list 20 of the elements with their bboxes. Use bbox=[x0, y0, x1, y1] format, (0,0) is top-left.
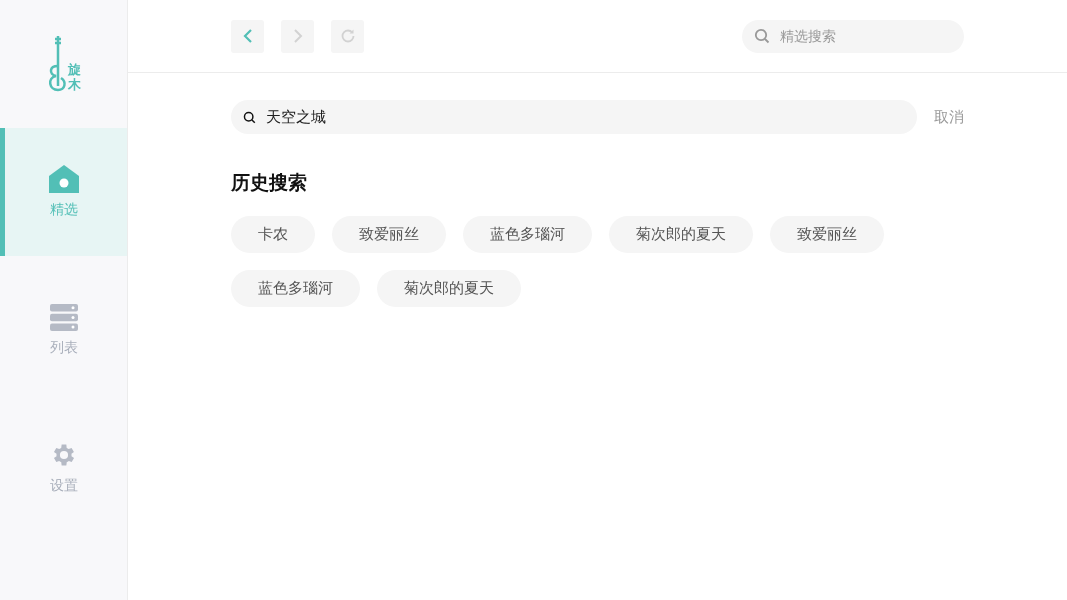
list-icon bbox=[49, 303, 78, 331]
history-tag[interactable]: 菊次郎的夏天 bbox=[609, 216, 753, 253]
search-icon bbox=[243, 110, 256, 124]
home-icon bbox=[48, 165, 79, 193]
search-field[interactable]: 精选搜索 bbox=[742, 19, 964, 53]
history-tag[interactable]: 蓝色多瑙河 bbox=[463, 216, 592, 253]
logo-text: 旋木 bbox=[67, 63, 81, 92]
search-input[interactable]: 天空之城 bbox=[264, 107, 905, 127]
search-input[interactable]: 精选搜索 bbox=[778, 27, 932, 45]
section-title: 历史搜索 bbox=[231, 170, 308, 195]
history-tag[interactable]: 菊次郎的夏天 bbox=[377, 270, 521, 307]
history-tag[interactable]: 卡农 bbox=[231, 216, 315, 253]
history-tag[interactable]: 致爱丽丝 bbox=[332, 216, 446, 253]
refresh-icon bbox=[339, 28, 356, 44]
search-icon bbox=[754, 28, 770, 44]
history-tag[interactable]: 蓝色多瑙河 bbox=[231, 270, 360, 307]
back-button[interactable] bbox=[231, 19, 264, 53]
guitar-logo-icon bbox=[46, 36, 67, 92]
history-tag[interactable]: 致爱丽丝 bbox=[770, 216, 884, 253]
search-field[interactable]: 天空之城 bbox=[231, 100, 917, 134]
